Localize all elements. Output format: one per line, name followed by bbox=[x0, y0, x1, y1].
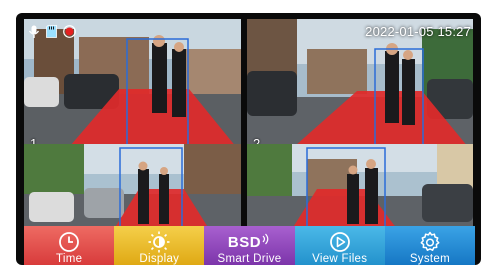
brightness-icon bbox=[147, 231, 171, 253]
main-menu: Time Display BSD Smart Drive View Files … bbox=[24, 226, 476, 265]
sd-card-icon bbox=[46, 25, 57, 43]
view-files-button[interactable]: View Files bbox=[294, 226, 385, 265]
camera-view-4[interactable] bbox=[247, 144, 473, 229]
smart-drive-button[interactable]: BSD Smart Drive bbox=[204, 226, 295, 265]
system-button[interactable]: System bbox=[384, 226, 476, 265]
date-time: 2022-01-05 15:27 bbox=[365, 24, 471, 39]
camera-feed-3 bbox=[24, 144, 241, 229]
time-button[interactable]: Time bbox=[24, 226, 115, 265]
camera-feed-2 bbox=[247, 19, 473, 153]
smart-drive-label: Smart Drive bbox=[217, 253, 282, 265]
play-icon bbox=[329, 231, 351, 253]
display-label: Display bbox=[139, 253, 180, 265]
dvr-screen: 1 2 2022-01-05 15:27 Time Display BSD Sm… bbox=[16, 13, 481, 265]
camera-view-3[interactable] bbox=[24, 144, 241, 229]
camera-view-2[interactable]: 2 bbox=[247, 19, 473, 153]
camera-feed-4 bbox=[247, 144, 473, 229]
display-button[interactable]: Display bbox=[114, 226, 205, 265]
mic-icon bbox=[28, 25, 40, 43]
bsd-icon: BSD bbox=[228, 231, 271, 253]
bsd-icon-text: BSD bbox=[227, 233, 262, 251]
time-label: Time bbox=[55, 253, 83, 265]
clock-icon bbox=[58, 231, 80, 253]
gear-icon bbox=[418, 231, 442, 253]
system-label: System bbox=[409, 253, 450, 265]
record-icon bbox=[63, 25, 76, 43]
status-bar bbox=[28, 25, 76, 43]
view-files-label: View Files bbox=[312, 253, 368, 265]
